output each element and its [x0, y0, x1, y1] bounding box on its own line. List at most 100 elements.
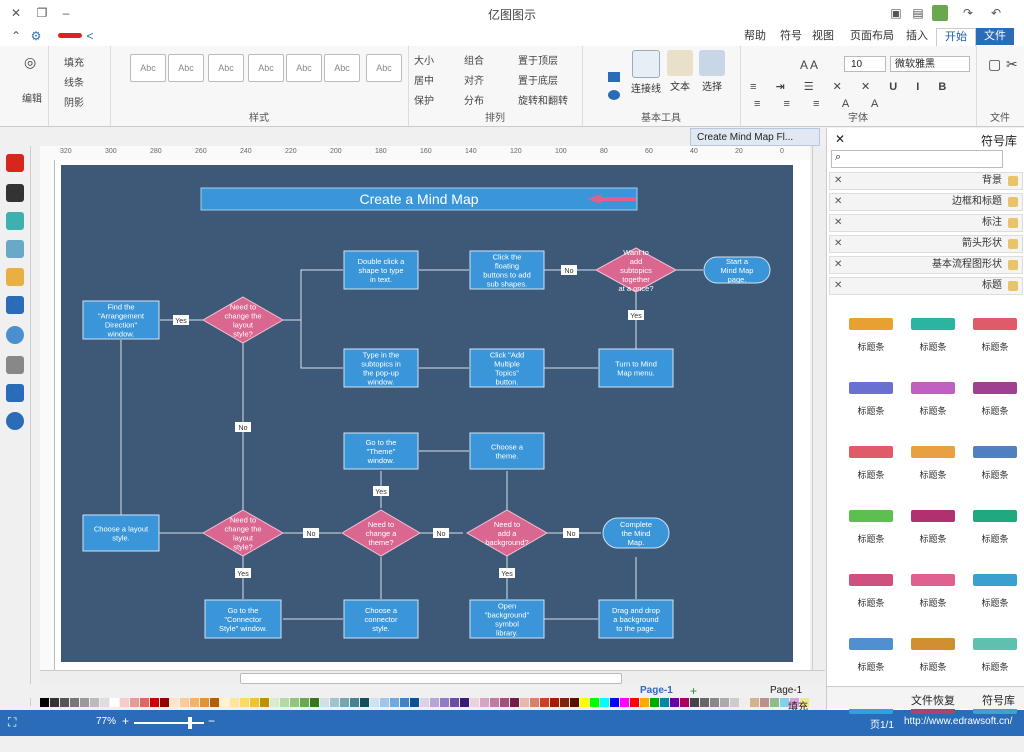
palette-swatch[interactable]	[450, 698, 459, 707]
section-close-icon[interactable]: ✕	[834, 257, 842, 273]
center-button[interactable]: 居中	[414, 72, 434, 87]
shape-item[interactable]: 标题条	[903, 496, 963, 560]
shape-item[interactable]: 标题条	[965, 624, 1024, 688]
palette-swatch[interactable]	[460, 698, 469, 707]
color-palette[interactable]	[40, 698, 820, 708]
line-option[interactable]: 线条	[64, 74, 84, 89]
font-name-select[interactable]: 微软雅黑	[890, 56, 970, 72]
zoom-slider[interactable]	[134, 722, 204, 724]
section-close-icon[interactable]: ✕	[834, 173, 842, 189]
binoculars-icon[interactable]: ◎	[24, 54, 36, 71]
undo-icon[interactable]: ↶	[988, 5, 1004, 21]
palette-swatch[interactable]	[590, 698, 599, 707]
minimize-icon[interactable]: –	[58, 5, 74, 21]
layers-icon[interactable]	[6, 268, 24, 286]
document-tab[interactable]: Create Mind Map Fl...	[690, 128, 820, 146]
search-icon[interactable]: ⌕	[835, 151, 841, 164]
shape-item[interactable]: 标题条	[841, 496, 901, 560]
style-swatch-1[interactable]: Abc	[366, 54, 402, 82]
palette-swatch[interactable]	[270, 698, 279, 707]
palette-swatch[interactable]	[570, 698, 579, 707]
diagram-page[interactable]: Create a Mind Map Start a Mind Map page. Wan…	[61, 165, 793, 662]
style-swatch-4[interactable]: Abc	[248, 54, 284, 82]
palette-swatch[interactable]	[640, 698, 649, 707]
palette-swatch[interactable]	[760, 698, 769, 707]
palette-swatch[interactable]	[510, 698, 519, 707]
tab-insert[interactable]: 插入	[898, 28, 936, 45]
palette-swatch[interactable]	[120, 698, 129, 707]
palette-swatch[interactable]	[260, 698, 269, 707]
palette-swatch[interactable]	[340, 698, 349, 707]
rotate-flip[interactable]: 旋转和翻转	[518, 92, 568, 107]
palette-swatch[interactable]	[540, 698, 549, 707]
vertical-scrollbar[interactable]	[812, 146, 827, 670]
palette-swatch[interactable]	[240, 698, 249, 707]
page-selector[interactable]: Page-1	[770, 685, 802, 696]
palette-swatch[interactable]	[560, 698, 569, 707]
palette-swatch[interactable]	[670, 698, 679, 707]
size-button[interactable]: 大小	[414, 52, 434, 67]
section-close-icon[interactable]: ✕	[834, 236, 842, 252]
palette-swatch[interactable]	[620, 698, 629, 707]
help-icon[interactable]	[6, 412, 24, 430]
palette-swatch[interactable]	[400, 698, 409, 707]
palette-swatch[interactable]	[130, 698, 139, 707]
zoom-in-icon[interactable]: +	[122, 714, 129, 728]
section-close-icon[interactable]: ✕	[834, 194, 842, 210]
ellipse-shape-icon[interactable]	[608, 90, 620, 100]
palette-swatch[interactable]	[580, 698, 589, 707]
format-icons[interactable]: ≡ ⇥ ☰ ✕ ✕ U I B	[750, 80, 954, 93]
palette-swatch[interactable]	[250, 698, 259, 707]
library-section[interactable]: ✕ 标注	[829, 214, 1023, 232]
palette-swatch[interactable]	[430, 698, 439, 707]
library-section[interactable]: ✕ 标题	[829, 277, 1023, 295]
palette-swatch[interactable]	[290, 698, 299, 707]
restore-icon[interactable]: ❐	[34, 5, 50, 21]
rectangle-shape-icon[interactable]	[608, 72, 620, 82]
palette-swatch[interactable]	[150, 698, 159, 707]
horizontal-scrollbar[interactable]	[40, 670, 825, 685]
palette-swatch[interactable]	[410, 698, 419, 707]
palette-swatch[interactable]	[690, 698, 699, 707]
text-tool-button[interactable]: 文本	[664, 50, 696, 102]
panel-close-icon[interactable]: ✕	[835, 132, 845, 146]
palette-swatch[interactable]	[390, 698, 399, 707]
library-search-input[interactable]	[831, 150, 1003, 168]
palette-swatch[interactable]	[650, 698, 659, 707]
zoom-out-icon[interactable]: −	[208, 714, 215, 728]
palette-swatch[interactable]	[750, 698, 759, 707]
gear-icon[interactable]: ⚙	[28, 28, 44, 44]
flowchart-svg[interactable]: Create a Mind MapStart a Mind Map page.Wan…	[61, 165, 793, 662]
palette-swatch[interactable]	[660, 698, 669, 707]
distribute-button[interactable]: 分布	[464, 92, 484, 107]
palette-swatch[interactable]	[740, 698, 749, 707]
edit-label[interactable]: 编辑	[22, 90, 42, 105]
palette-swatch[interactable]	[530, 698, 539, 707]
globe-icon[interactable]	[6, 326, 24, 344]
palette-swatch[interactable]	[210, 698, 219, 707]
library-section[interactable]: ✕ 边框和标题	[829, 193, 1023, 211]
shadow-option[interactable]: 阴影	[64, 94, 84, 109]
close-icon[interactable]: ✕	[8, 5, 24, 21]
palette-swatch[interactable]	[320, 698, 329, 707]
list-icon[interactable]	[6, 356, 24, 374]
palette-swatch[interactable]	[490, 698, 499, 707]
tab-home[interactable]: 开始	[936, 28, 976, 46]
palette-swatch[interactable]	[300, 698, 309, 707]
font-size-select[interactable]: 10	[844, 56, 886, 72]
send-to-back[interactable]: 置于底层	[518, 72, 558, 87]
save-icon[interactable]: ▣	[888, 5, 904, 21]
palette-swatch[interactable]	[700, 698, 709, 707]
page-tab[interactable]: Page-1	[640, 685, 673, 696]
section-close-icon[interactable]: ✕	[834, 215, 842, 231]
shape-item[interactable]: 标题条	[903, 304, 963, 368]
style-swatch-3[interactable]: Abc	[286, 54, 322, 82]
redo-icon[interactable]: ↷	[960, 5, 976, 21]
palette-swatch[interactable]	[630, 698, 639, 707]
palette-swatch[interactable]	[280, 698, 289, 707]
palette-swatch[interactable]	[60, 698, 69, 707]
style-swatch-6[interactable]: Abc	[168, 54, 204, 82]
tab-symbol[interactable]: 符号	[772, 28, 810, 45]
library-section[interactable]: ✕ 背景	[829, 172, 1023, 190]
share-icon[interactable]: <	[82, 28, 98, 44]
